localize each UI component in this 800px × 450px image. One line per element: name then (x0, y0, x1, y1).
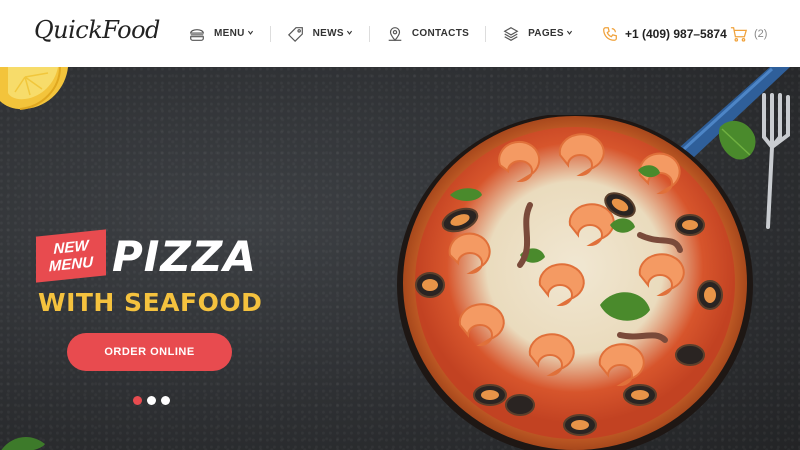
nav-divider (485, 25, 487, 42)
tag-icon (287, 25, 305, 43)
nav-item-contacts[interactable]: CONTACTS (384, 0, 471, 67)
slider-dot-3[interactable] (161, 396, 170, 405)
hero-slider: NEW MENU PIZZA WITH SEAFOOD ORDER ONLINE (0, 67, 800, 450)
layers-icon (502, 25, 520, 43)
nav-item-label: NEWS (312, 28, 344, 39)
hero-subtitle: WITH SEAFOOD (38, 288, 263, 317)
nav-item-label: CONTACTS (411, 28, 470, 39)
cart-count: (2) (754, 27, 768, 40)
cart-icon (730, 25, 748, 43)
map-pin-icon (386, 25, 404, 43)
nav-item-label: PAGES (528, 28, 564, 39)
nav-item-news[interactable]: NEWS (285, 0, 355, 67)
nav-item-label: MENU (214, 28, 245, 39)
hero-title: PIZZA (112, 232, 257, 281)
chevron-down-icon (566, 29, 573, 38)
phone-icon (601, 25, 619, 43)
phone-link[interactable]: +1 (409) 987–5874 (601, 0, 727, 67)
cart-button[interactable]: (2) (730, 0, 767, 67)
site-header: QuickFood MENU NEWS CONTACTS PAGES +1 (4… (0, 0, 800, 67)
badge-line-2: MENU (48, 253, 94, 276)
burger-icon (188, 25, 206, 43)
leaf-decoration (1, 437, 45, 450)
slider-pagination (133, 396, 170, 405)
site-logo[interactable]: QuickFood (34, 16, 160, 44)
lemon-image (0, 67, 68, 110)
new-menu-badge: NEW MENU (36, 229, 106, 283)
nav-item-pages[interactable]: PAGES (500, 0, 575, 67)
chevron-down-icon (247, 29, 254, 38)
slider-dot-2[interactable] (147, 396, 156, 405)
nav-divider (368, 25, 370, 42)
phone-number: +1 (409) 987–5874 (625, 26, 727, 41)
slider-dot-1[interactable] (133, 396, 142, 405)
nav-item-menu[interactable]: MENU (186, 0, 256, 67)
seafood-pizza-image (397, 115, 753, 450)
main-nav: MENU NEWS CONTACTS PAGES (186, 0, 575, 67)
chevron-down-icon (346, 29, 353, 38)
nav-divider (269, 25, 271, 42)
order-online-button[interactable]: ORDER ONLINE (67, 333, 232, 371)
